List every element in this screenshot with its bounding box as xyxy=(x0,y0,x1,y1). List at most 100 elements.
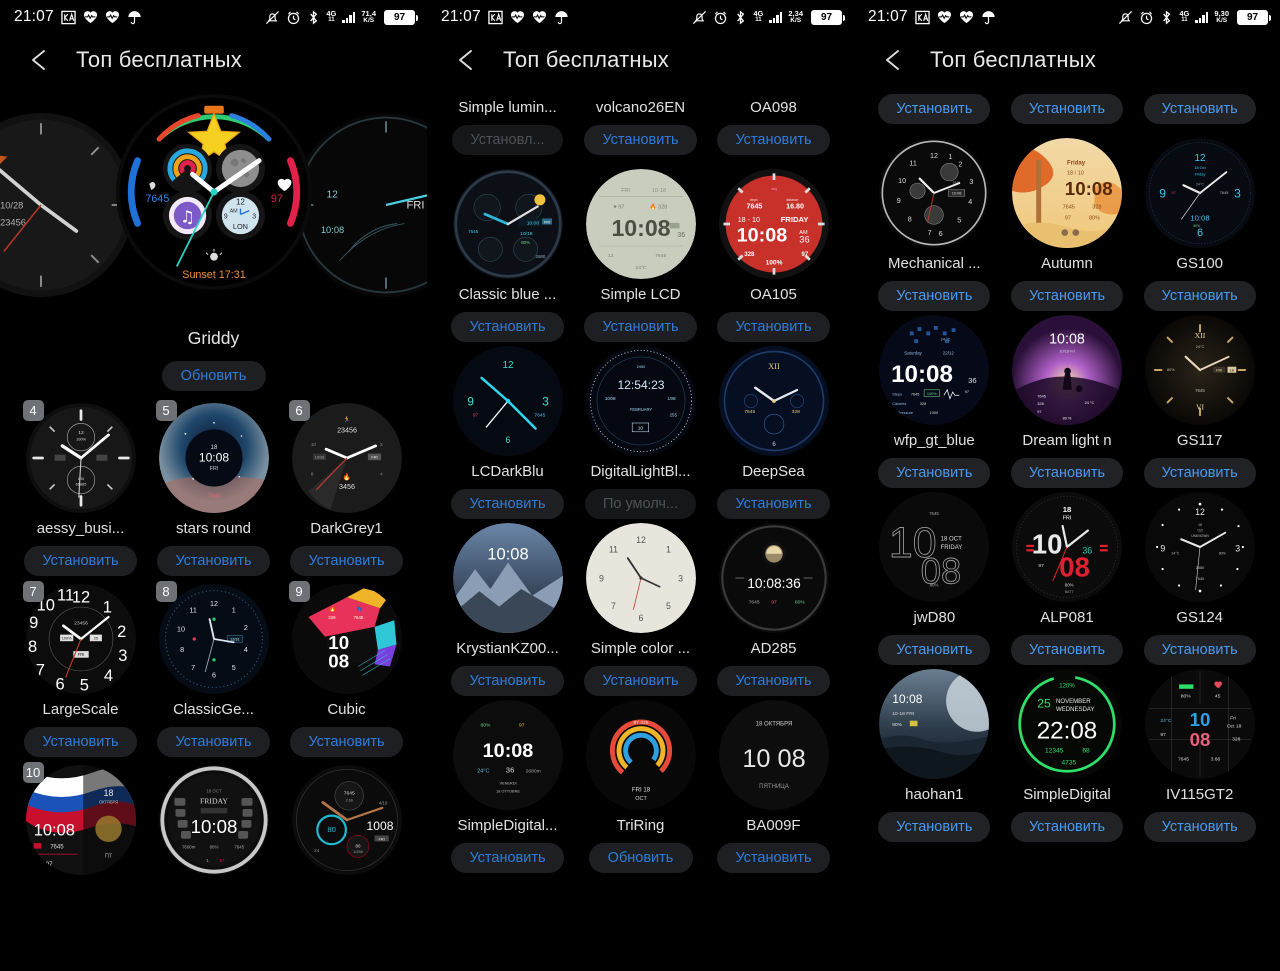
watchface-cell[interactable]: Установить xyxy=(868,94,1001,124)
install-button[interactable]: Установить xyxy=(1010,812,1124,842)
watchface-cell[interactable]: 10:08 10/18 Fri 7645 328 97 24 °C 80 % D… xyxy=(1001,315,1134,488)
install-button[interactable]: Установить xyxy=(451,489,564,519)
watchface-cell[interactable]: Установить xyxy=(1133,94,1266,124)
watchface-thumbnail[interactable]: 7645 10 08 18 OCT FRIDAY 80% xyxy=(879,492,990,602)
watchface-thumbnail[interactable]: 121110 987 654 321 10:08 7645 xyxy=(879,138,990,248)
watchface-cell[interactable]: 7 12 1 2 345 678 9 10 11 23456 100% 25 F… xyxy=(14,581,147,757)
install-button[interactable]: Установить xyxy=(1143,635,1256,665)
watchface-thumbnail[interactable]: 12 9 3 97 7645 6 xyxy=(452,346,563,456)
watchface-cell[interactable]: Simple lumin... Установл... xyxy=(441,92,574,155)
watchface-cell[interactable]: 12 9 3 97 7645 6 LCDarkBlu Установить xyxy=(441,346,574,519)
install-button[interactable]: Установить xyxy=(451,666,564,696)
watchface-thumbnail[interactable]: 120% 25 NOVEMBER WEDNESDAY 22:08 12345 6… xyxy=(1011,669,1122,779)
watchface-cell[interactable]: 12 1 3 5 6 7 9 11 Simple color ... Установить xyxy=(574,523,707,696)
watchface-cell[interactable]: 2450 12:54:23 1008 198 FEBRUARY 255 10 D… xyxy=(574,346,707,519)
install-button[interactable]: Установить xyxy=(584,125,697,155)
install-button[interactable]: Установить xyxy=(584,312,697,342)
install-button[interactable]: Установить xyxy=(717,489,830,519)
install-button[interactable]: Установить xyxy=(878,458,991,488)
watchface-cell[interactable]: 80% 97 10:08 24°C 36 2680m VENERDI 18 OT… xyxy=(441,700,574,873)
install-button[interactable]: Установить xyxy=(451,312,564,342)
watchface-thumbnail[interactable]: XII VI 24°C 80% FRI 18 7645 xyxy=(1144,315,1255,425)
watchface-thumbnail[interactable]: 2450 12:54:23 1008 198 FEBRUARY 255 10 xyxy=(585,346,696,456)
watchface-cell[interactable]: 10 18 ОКТЯБРЯ ПТ 10:08 7645 97 xyxy=(14,762,147,875)
install-button[interactable]: Установить xyxy=(290,727,403,757)
watchface-thumbnail[interactable]: 10:08 10-18 FRI 80% xyxy=(879,669,990,779)
watchface-thumbnail[interactable]: 24 °C Saturday 22/12 10:08 36 Steps 7645… xyxy=(879,315,990,425)
install-button[interactable]: Установить xyxy=(451,843,564,873)
carousel-peek-right[interactable]: 12 10:08 FRI xyxy=(293,112,427,298)
install-button[interactable]: Установить xyxy=(1143,458,1256,488)
watchface-cell[interactable]: 6 23456 🏃 3456 🔥 10/28 FRI 10 2 8 4 Dark… xyxy=(280,400,413,576)
install-button[interactable]: Установить xyxy=(878,281,991,311)
watchface-cell[interactable]: XII 7645 328 6 DeepSea Установить xyxy=(707,346,840,519)
watchface-thumbnail[interactable]: msg steps distance 7645 16.80 18 - 10 FR… xyxy=(718,169,829,279)
install-button[interactable]: Установить xyxy=(24,546,137,576)
watchface-cell[interactable]: Friday 18 / 10 10:08 7645 328 97 80% Aut… xyxy=(1001,138,1134,311)
back-arrow-icon[interactable] xyxy=(880,46,908,74)
watchface-thumbnail[interactable]: 18 ОКТЯБРЯ 10 08 ПЯТНИЦА xyxy=(718,700,829,810)
carousel-peek-left[interactable]: 10/28 23456 xyxy=(0,112,134,298)
watchface-cell[interactable]: 10:08:36 7645 97 80% AD285 Установить xyxy=(707,523,840,696)
watchface-cell[interactable]: msg steps distance 7645 16.80 18 - 10 FR… xyxy=(707,169,840,342)
install-button[interactable]: Установить xyxy=(878,94,991,124)
install-button[interactable]: Установить xyxy=(878,635,991,665)
watchface-cell[interactable]: 18 OCT FRIDAY 10:08 7600m 80% 7645 1 97 xyxy=(147,765,280,875)
install-button[interactable]: Установить xyxy=(717,312,830,342)
back-arrow-icon[interactable] xyxy=(26,46,54,74)
watchface-thumbnail[interactable]: FRI 10-18 ♥ 97 🔥 328 10:08 36 12 7645 24… xyxy=(585,169,696,279)
featured-update-button[interactable]: Обновить xyxy=(161,361,266,391)
watchface-cell[interactable]: 10:08 FRI 10/18 80% 2680 7645 Classic bl… xyxy=(441,169,574,342)
install-button[interactable]: Установить xyxy=(290,546,403,576)
watchface-cell[interactable]: 8 12 1 2 456 7 8 10 11 12/31 ClassicGe..… xyxy=(147,581,280,757)
default-button[interactable]: По умолч... xyxy=(584,489,697,519)
watchface-cell[interactable]: XII VI 24°C 80% FRI 18 7645 GS117 Устано… xyxy=(1133,315,1266,488)
watchface-cell[interactable]: 4 12 100% 100 66885 aessy_busi... Устано… xyxy=(14,400,147,576)
watchface-thumbnail[interactable]: 10:08:36 7645 97 80% xyxy=(718,523,829,633)
install-button[interactable]: Установить xyxy=(717,125,830,155)
watchface-cell[interactable]: 18 ОКТЯБРЯ 10 08 ПЯТНИЦА BA009F Установи… xyxy=(707,700,840,873)
install-button[interactable]: Установить xyxy=(717,666,830,696)
watchface-thumbnail[interactable]: 10:08 xyxy=(452,523,563,633)
install-button[interactable]: Установить xyxy=(157,546,270,576)
watchface-thumbnail[interactable]: 80% 45 24°C 97 10 08 Fri Oct 18 328 7645… xyxy=(1144,669,1255,779)
watchface-cell[interactable]: 80% 45 24°C 97 10 08 Fri Oct 18 328 7645… xyxy=(1133,669,1266,842)
watchface-thumbnail[interactable]: 97 328 FRI 18 OCT xyxy=(585,700,696,810)
watchface-cell[interactable]: Установить xyxy=(1001,94,1134,124)
watchface-cell[interactable]: 10:08 10-18 FRI 80% haohan1 Установить xyxy=(868,669,1001,842)
watchface-cell[interactable]: 24 °C Saturday 22/12 10:08 36 Steps 7645… xyxy=(868,315,1001,488)
install-button[interactable]: Установить xyxy=(1143,281,1256,311)
watchface-cell[interactable]: FRI 10-18 ♥ 97 🔥 328 10:08 36 12 7645 24… xyxy=(574,169,707,342)
watchface-cell[interactable]: 7645 10 08 18 OCT FRIDAY 80% jwD80 Устан… xyxy=(868,492,1001,665)
install-button[interactable]: Установить xyxy=(717,843,830,873)
install-button[interactable]: Установить xyxy=(157,727,270,757)
install-button[interactable]: Установить xyxy=(878,812,991,842)
watchface-thumbnail[interactable]: 7645 2.66 80 80 1/256 1008 FRI 4/18 24 xyxy=(291,765,402,875)
watchface-cell[interactable]: 12 9 3 18 Oct UNKNOWN 24°C 80% 2680 7645… xyxy=(1133,492,1266,665)
watchface-thumbnail[interactable]: 18 OCT FRIDAY 10:08 7600m 80% 7645 1 97 xyxy=(158,765,269,875)
watchface-cell[interactable]: 12 11 10 987 654 321 10:08 7645 Mechanical… xyxy=(868,138,1001,311)
watchface-thumbnail[interactable]: 10:08 10/18 Fri 7645 328 97 24 °C 80 % xyxy=(1011,315,1122,425)
watchface-cell[interactable]: 10:08 KrystianKZ00... Установить xyxy=(441,523,574,696)
install-button[interactable]: Установить xyxy=(1010,281,1124,311)
install-button[interactable]: Установить xyxy=(1143,812,1256,842)
watchface-cell[interactable]: OA098 Установить xyxy=(707,92,840,155)
watchface-thumbnail[interactable]: 12 1 3 5 6 7 9 11 xyxy=(585,523,696,633)
watchface-cell[interactable]: 5 18 10:08 FRI 7645 stars round Установи xyxy=(147,400,280,576)
watchface-thumbnail[interactable]: 12 9 3 18 Oct UNKNOWN 24°C 80% 2680 7645 xyxy=(1144,492,1255,602)
install-button[interactable]: Установить xyxy=(584,666,697,696)
watchface-cell[interactable]: 97 328 FRI 18 OCT TriRing Обновить xyxy=(574,700,707,873)
installed-button[interactable]: Установл... xyxy=(452,125,563,155)
install-button[interactable]: Установить xyxy=(1010,458,1124,488)
featured-watchface-griddy[interactable]: ♫ 12 9 3 LON AM 7645 97 Sunset 17:31 xyxy=(115,94,312,290)
watchface-thumbnail[interactable]: 80% 97 10:08 24°C 36 2680m VENERDI 18 OT… xyxy=(452,700,563,810)
featured-carousel[interactable]: 10/28 23456 12 10:08 FRI ♫ 12 9 3 LON AM… xyxy=(0,94,427,316)
watchface-thumbnail[interactable]: 18 FRI 10 08 36 97 80% BATT xyxy=(1011,492,1122,602)
watchface-cell[interactable]: 120% 25 NOVEMBER WEDNESDAY 22:08 12345 6… xyxy=(1001,669,1134,842)
watchface-cell[interactable]: 7645 2.66 80 80 1/256 1008 FRI 4/18 24 xyxy=(280,765,413,875)
install-button[interactable]: Установить xyxy=(24,727,137,757)
back-arrow-icon[interactable] xyxy=(453,46,481,74)
watchface-cell[interactable]: volcano26EN Установить xyxy=(574,92,707,155)
install-button[interactable]: Установить xyxy=(1143,94,1256,124)
watchface-cell[interactable]: 12 18 Oct Friday 9 3 6 10:08 97 7645 24°… xyxy=(1133,138,1266,311)
